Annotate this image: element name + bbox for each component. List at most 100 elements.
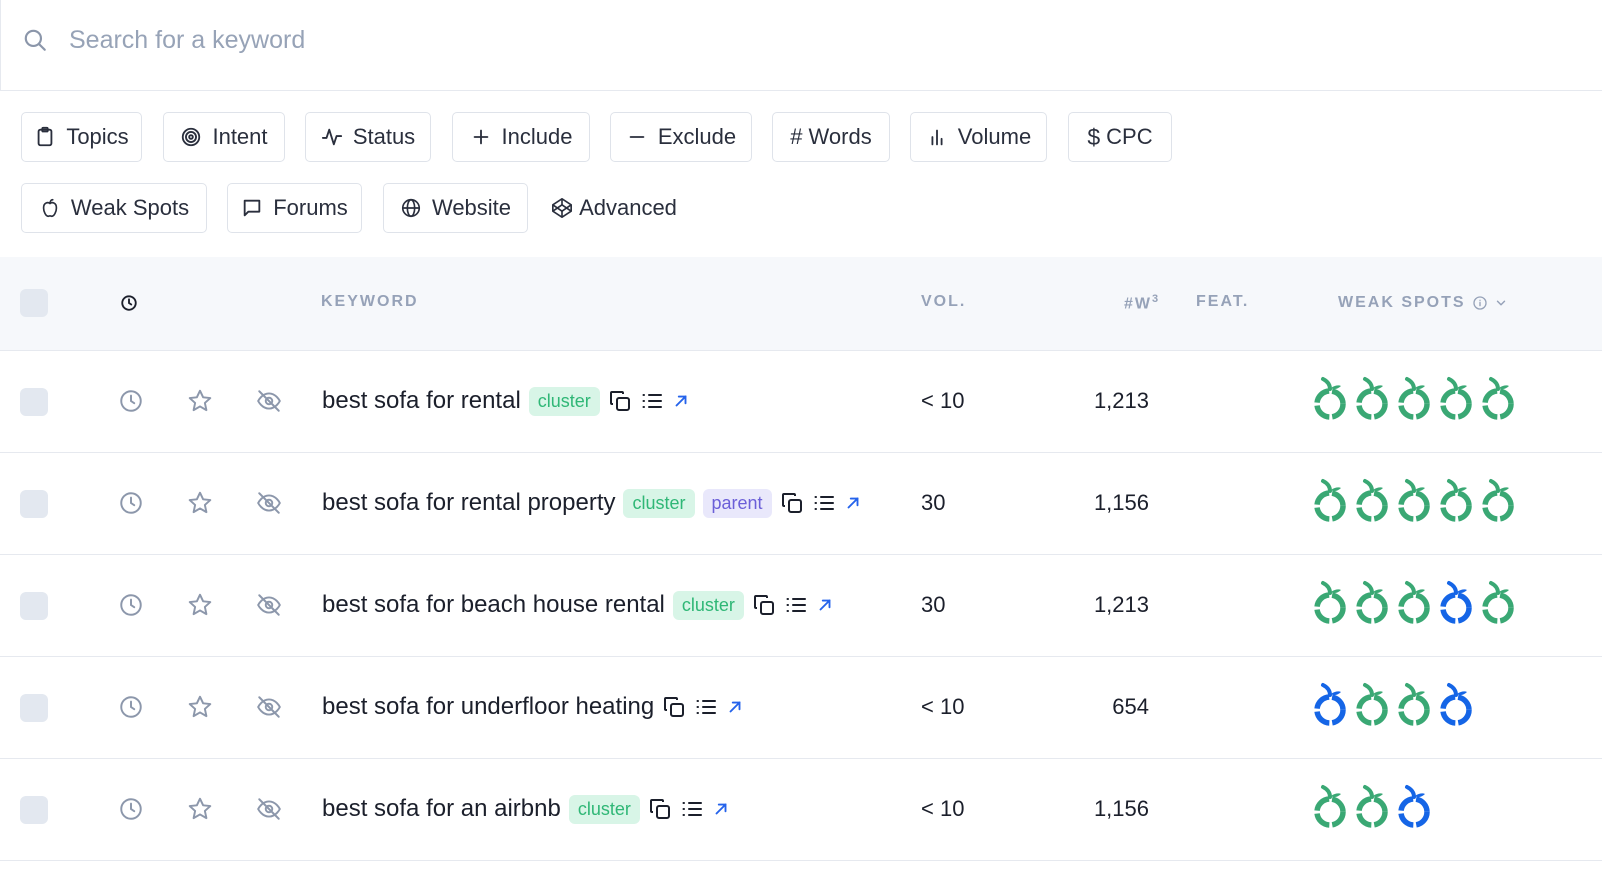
weak-spot-apple-icon[interactable] bbox=[1436, 679, 1476, 734]
chevron-down-icon[interactable] bbox=[1494, 296, 1508, 310]
list-icon[interactable] bbox=[694, 695, 718, 719]
weak-spot-apple-icon[interactable] bbox=[1352, 373, 1392, 428]
filter-words-button[interactable]: # Words bbox=[772, 112, 890, 162]
select-all-checkbox[interactable] bbox=[20, 289, 48, 317]
filter-label: Weak Spots bbox=[70, 195, 190, 220]
row-checkbox[interactable] bbox=[20, 388, 48, 416]
cluster-tag[interactable]: cluster bbox=[672, 590, 744, 620]
filter-volume-button[interactable]: Volume bbox=[910, 112, 1047, 162]
list-icon[interactable] bbox=[640, 389, 664, 413]
weak-spot-apple-icon[interactable] bbox=[1394, 475, 1434, 530]
copy-icon[interactable] bbox=[608, 389, 632, 413]
weak-spot-apple-icon[interactable] bbox=[1436, 577, 1476, 632]
weak-spot-apple-icon[interactable] bbox=[1478, 577, 1518, 632]
history-clock-icon[interactable] bbox=[118, 592, 144, 618]
column-volume-header[interactable]: VOL. bbox=[921, 293, 966, 311]
external-link-icon[interactable] bbox=[726, 698, 744, 716]
search-bar bbox=[0, 0, 1602, 91]
filter-include-button[interactable]: Include bbox=[452, 112, 590, 162]
weak-spot-apple-icon[interactable] bbox=[1394, 373, 1434, 428]
parent-tag[interactable]: parent bbox=[702, 488, 772, 518]
list-icon[interactable] bbox=[812, 491, 836, 515]
filter-intent-button[interactable]: Intent bbox=[163, 112, 285, 162]
filter-cpc-button[interactable]: $ CPC bbox=[1068, 112, 1172, 162]
keyword-text[interactable]: best sofa for rental property bbox=[322, 489, 615, 517]
eye-off-icon[interactable] bbox=[256, 388, 282, 414]
weak-spot-apple-icon[interactable] bbox=[1310, 577, 1350, 632]
row-checkbox[interactable] bbox=[20, 592, 48, 620]
weak-spot-apple-icon[interactable] bbox=[1310, 373, 1350, 428]
external-link-icon[interactable] bbox=[816, 596, 834, 614]
info-icon[interactable] bbox=[1472, 295, 1488, 311]
filter-topics-button[interactable]: Topics bbox=[21, 112, 142, 162]
filter-exclude-button[interactable]: Exclude bbox=[610, 112, 752, 162]
search-input[interactable] bbox=[69, 18, 669, 62]
row-checkbox[interactable] bbox=[20, 694, 48, 722]
copy-icon[interactable] bbox=[780, 491, 804, 515]
column-words-header[interactable]: #W3 bbox=[1124, 293, 1158, 313]
row-checkbox[interactable] bbox=[20, 490, 48, 518]
keyword-cell: best sofa for an airbnb cluster bbox=[322, 792, 730, 826]
external-link-icon[interactable] bbox=[844, 494, 862, 512]
weak-spot-apple-icon[interactable] bbox=[1310, 475, 1350, 530]
weak-spot-apple-icon[interactable] bbox=[1436, 475, 1476, 530]
weak-spot-apple-icon[interactable] bbox=[1394, 577, 1434, 632]
eye-off-icon[interactable] bbox=[256, 592, 282, 618]
history-clock-icon[interactable] bbox=[118, 694, 144, 720]
history-clock-icon[interactable] bbox=[118, 796, 144, 822]
eye-off-icon[interactable] bbox=[256, 694, 282, 720]
weak-spot-apple-icon[interactable] bbox=[1436, 373, 1476, 428]
external-link-icon[interactable] bbox=[672, 392, 690, 410]
keyword-text[interactable]: best sofa for an airbnb bbox=[322, 795, 561, 823]
weak-spot-apple-icon[interactable] bbox=[1310, 679, 1350, 734]
filter-status-button[interactable]: Status bbox=[305, 112, 431, 162]
filter-bar: Topics Intent Status Include Exclude # W… bbox=[0, 91, 1602, 257]
cluster-tag[interactable]: cluster bbox=[568, 794, 640, 824]
filter-weak-spots-button[interactable]: Weak Spots bbox=[21, 183, 207, 233]
keyword-text[interactable]: best sofa for underfloor heating bbox=[322, 693, 654, 721]
keyword-cell: best sofa for underfloor heating bbox=[322, 690, 744, 724]
weak-spots-cell bbox=[1310, 475, 1518, 530]
cluster-tag[interactable]: cluster bbox=[623, 488, 695, 518]
filter-website-button[interactable]: Website bbox=[383, 183, 528, 233]
volume-value: < 10 bbox=[921, 694, 965, 719]
dollar-icon: $ bbox=[1087, 123, 1101, 150]
history-clock-icon[interactable] bbox=[118, 490, 144, 516]
weak-spots-cell bbox=[1310, 781, 1434, 836]
star-icon[interactable] bbox=[187, 694, 213, 720]
eye-off-icon[interactable] bbox=[256, 490, 282, 516]
copy-icon[interactable] bbox=[648, 797, 672, 821]
external-link-icon[interactable] bbox=[712, 800, 730, 818]
list-icon[interactable] bbox=[784, 593, 808, 617]
weak-spot-apple-icon[interactable] bbox=[1394, 781, 1434, 836]
clock-icon[interactable] bbox=[120, 294, 138, 312]
weak-spot-apple-icon[interactable] bbox=[1478, 475, 1518, 530]
column-feat-header[interactable]: FEAT. bbox=[1196, 293, 1249, 311]
star-icon[interactable] bbox=[187, 388, 213, 414]
weak-spot-apple-icon[interactable] bbox=[1478, 373, 1518, 428]
copy-icon[interactable] bbox=[752, 593, 776, 617]
weak-spot-apple-icon[interactable] bbox=[1352, 679, 1392, 734]
weak-spot-apple-icon[interactable] bbox=[1352, 577, 1392, 632]
eye-off-icon[interactable] bbox=[256, 796, 282, 822]
weak-spot-apple-icon[interactable] bbox=[1352, 781, 1392, 836]
copy-icon[interactable] bbox=[662, 695, 686, 719]
star-icon[interactable] bbox=[187, 490, 213, 516]
list-icon[interactable] bbox=[680, 797, 704, 821]
cluster-tag[interactable]: cluster bbox=[528, 386, 600, 416]
weak-spot-apple-icon[interactable] bbox=[1394, 679, 1434, 734]
history-clock-icon[interactable] bbox=[118, 388, 144, 414]
keyword-text[interactable]: best sofa for rental bbox=[322, 387, 521, 415]
star-icon[interactable] bbox=[187, 796, 213, 822]
filter-forums-button[interactable]: Forums bbox=[227, 183, 362, 233]
column-keyword-header[interactable]: KEYWORD bbox=[321, 293, 419, 311]
table-row: best sofa for rental property cluster pare… bbox=[0, 453, 1602, 555]
keyword-text[interactable]: best sofa for beach house rental bbox=[322, 591, 665, 619]
column-weak-spots-header[interactable]: WEAK SPOTS bbox=[1338, 294, 1508, 312]
row-checkbox[interactable] bbox=[20, 796, 48, 824]
weak-spot-apple-icon[interactable] bbox=[1352, 475, 1392, 530]
filter-advanced-button[interactable]: Advanced bbox=[540, 183, 688, 233]
star-icon[interactable] bbox=[187, 592, 213, 618]
weak-spot-apple-icon[interactable] bbox=[1310, 781, 1350, 836]
plus-icon bbox=[473, 129, 488, 145]
